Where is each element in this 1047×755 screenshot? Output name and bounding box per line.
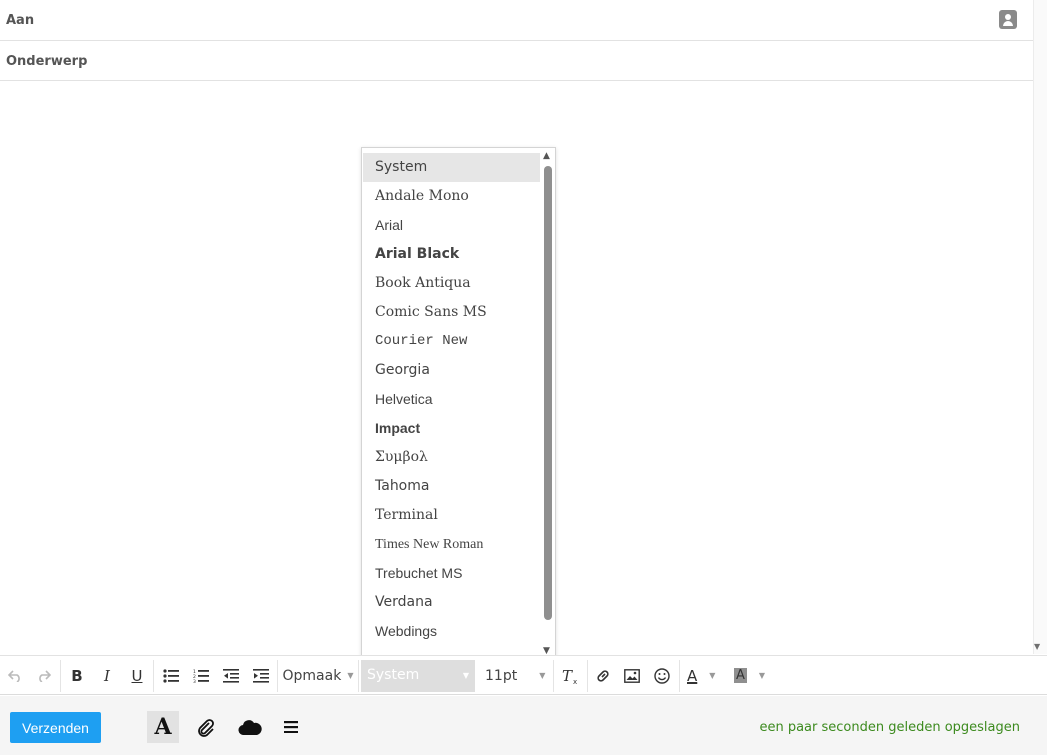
scrollbar-thumb[interactable] (544, 166, 552, 620)
bullet-list-icon[interactable] (159, 656, 183, 695)
font-size-value: 11pt (485, 667, 518, 684)
to-label: Aan (6, 13, 35, 28)
font-size-select[interactable]: 11pt ▼ (480, 656, 548, 695)
emoticon-icon[interactable] (650, 656, 674, 695)
font-option[interactable]: Georgia (363, 356, 540, 385)
svg-text:3: 3 (193, 679, 196, 683)
svg-text:T: T (562, 668, 573, 684)
font-option[interactable]: Andale Mono (363, 182, 540, 211)
font-option[interactable]: Terminal (363, 501, 540, 530)
font-option[interactable]: Συμβολ (363, 443, 540, 472)
font-option[interactable]: Book Antiqua (363, 269, 540, 298)
address-book-icon[interactable] (999, 10, 1017, 29)
font-option[interactable]: Trebuchet MS (363, 559, 540, 588)
chevron-down-icon: ▼ (539, 671, 546, 680)
chevron-down-icon: ▼ (347, 671, 354, 680)
cloud-icon[interactable] (234, 711, 266, 743)
undo-icon[interactable] (4, 656, 26, 695)
font-option[interactable]: System (363, 153, 540, 182)
image-icon[interactable] (620, 656, 644, 695)
to-field[interactable]: Aan (0, 0, 1033, 41)
subject-field[interactable]: Onderwerp (0, 41, 1033, 81)
font-option[interactable]: Tahoma (363, 472, 540, 501)
font-option[interactable]: Helvetica (363, 385, 540, 414)
chevron-down-icon: ▼ (758, 671, 766, 680)
font-option[interactable]: Webdings (363, 617, 540, 646)
font-menu-scrollbar[interactable]: ▲ ▼ (540, 148, 555, 658)
indent-icon[interactable] (249, 656, 273, 695)
svg-text:x: x (573, 678, 577, 684)
chevron-down-icon: ▼ (709, 671, 716, 680)
link-icon[interactable] (591, 656, 615, 695)
editor-toolbar: B I U 123 Opmaak ▼ System ▼ 11pt ▼ Tx A ▼ A… (0, 655, 1047, 695)
compose-footer: Verzenden A een paar seconden geleden op… (0, 696, 1047, 755)
font-option[interactable]: Times New Roman (363, 530, 540, 559)
font-option[interactable]: Arial (363, 211, 540, 240)
font-option[interactable]: Courier New (363, 327, 540, 356)
chevron-down-icon: ▼ (462, 671, 469, 680)
scroll-down-arrow-icon[interactable]: ▼ (1034, 642, 1040, 651)
italic-icon[interactable]: I (96, 656, 118, 695)
font-family-select[interactable]: System ▼ (361, 660, 475, 692)
clear-formatting-icon[interactable]: Tx (559, 656, 583, 695)
font-option[interactable]: Verdana (363, 588, 540, 617)
paperclip-icon[interactable] (190, 711, 222, 743)
redo-icon[interactable] (33, 656, 55, 695)
scroll-up-arrow-icon[interactable]: ▲ (543, 151, 550, 161)
font-option[interactable]: Arial Black (363, 240, 540, 269)
save-status: een paar seconden geleden opgeslagen (759, 720, 1020, 735)
menu-icon[interactable] (275, 711, 307, 743)
subject-label: Onderwerp (6, 54, 88, 69)
bold-icon[interactable]: B (66, 656, 88, 695)
format-dropdown[interactable]: Opmaak ▼ (282, 656, 354, 695)
text-color-button[interactable]: A ▼ (684, 656, 724, 695)
format-label: Opmaak (282, 667, 342, 684)
font-family-menu[interactable]: ▲ ▼ System Andale Mono Arial Arial Black Boo… (361, 147, 556, 659)
numbered-list-icon[interactable]: 123 (189, 656, 213, 695)
outdent-icon[interactable] (219, 656, 243, 695)
font-option[interactable]: Comic Sans MS (363, 298, 540, 327)
font-option[interactable]: Impact (363, 414, 540, 443)
font-style-icon[interactable]: A (147, 711, 179, 743)
background-color-icon: A (734, 668, 747, 683)
font-family-value: System (367, 667, 420, 683)
send-button[interactable]: Verzenden (10, 712, 101, 743)
background-color-button[interactable]: A ▼ (731, 656, 775, 695)
underline-icon[interactable]: U (126, 656, 148, 695)
editor-scrollbar[interactable] (1033, 0, 1047, 654)
text-color-icon: A (687, 666, 698, 685)
